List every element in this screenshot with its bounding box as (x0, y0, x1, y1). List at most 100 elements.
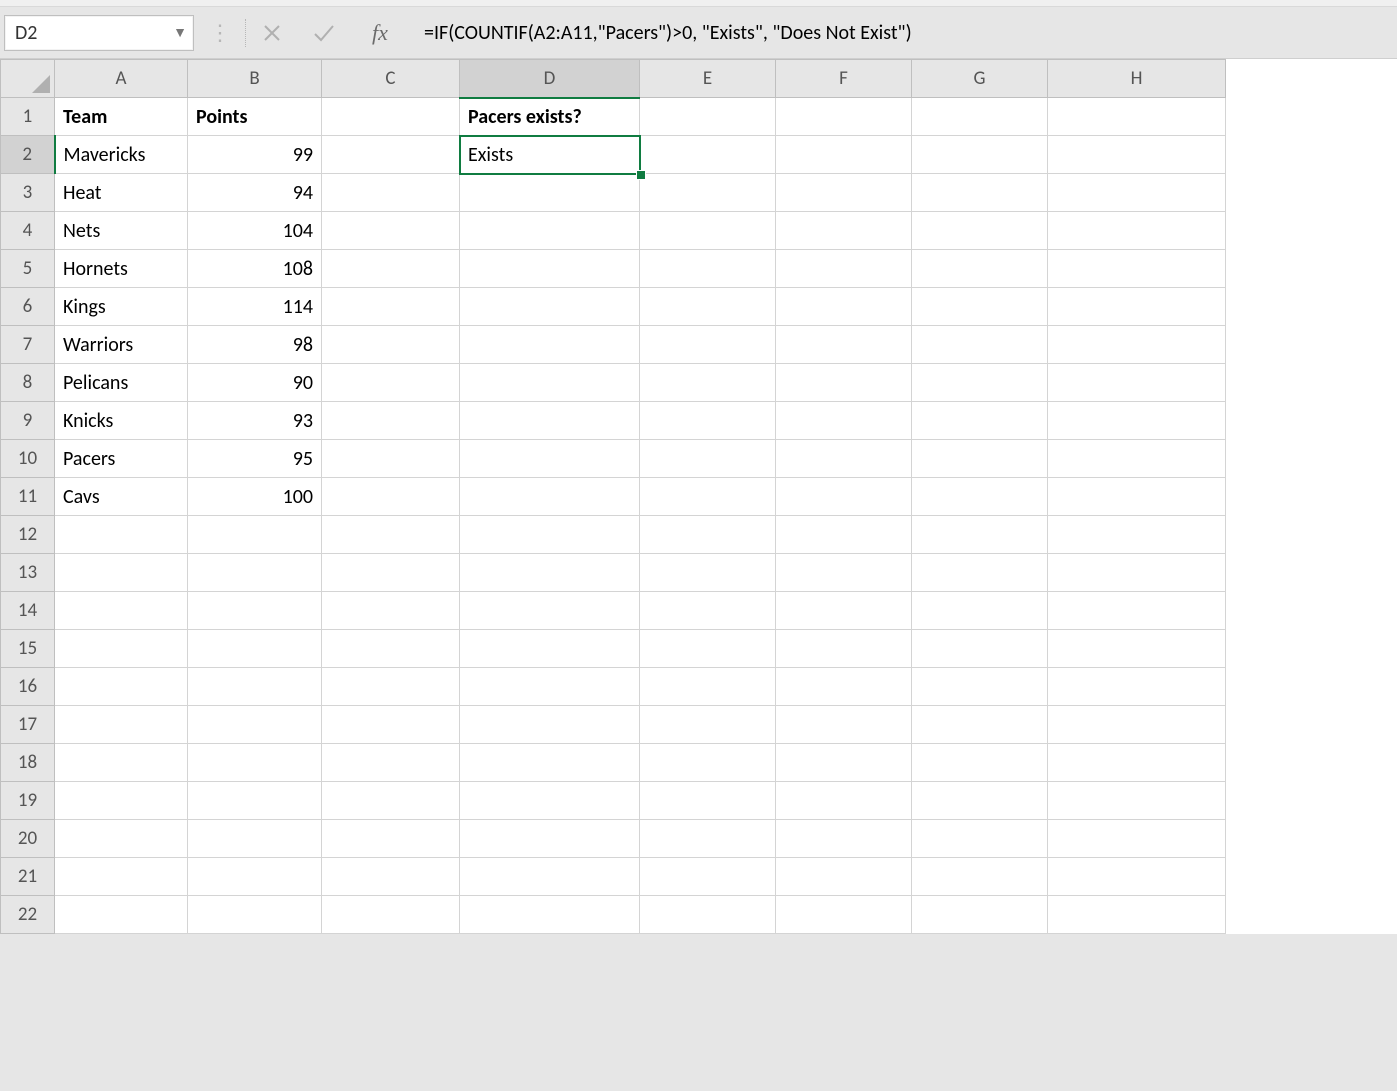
cell-D18[interactable] (460, 744, 640, 782)
cell-C19[interactable] (322, 782, 460, 820)
cell-H11[interactable] (1048, 478, 1226, 516)
cell-G2[interactable] (912, 136, 1048, 174)
cell-F10[interactable] (776, 440, 912, 478)
select-all-corner[interactable] (1, 60, 55, 98)
cell-G22[interactable] (912, 896, 1048, 934)
row-header-10[interactable]: 10 (1, 440, 55, 478)
cell-B17[interactable] (188, 706, 322, 744)
cell-B8[interactable]: 90 (188, 364, 322, 402)
cell-B4[interactable]: 104 (188, 212, 322, 250)
cell-E18[interactable] (640, 744, 776, 782)
cell-G11[interactable] (912, 478, 1048, 516)
cell-D2[interactable]: Exists (460, 136, 640, 174)
cell-B16[interactable] (188, 668, 322, 706)
cell-C12[interactable] (322, 516, 460, 554)
cell-B18[interactable] (188, 744, 322, 782)
cell-E9[interactable] (640, 402, 776, 440)
cell-A12[interactable] (55, 516, 188, 554)
name-box-dropdown-icon[interactable]: ▼ (173, 24, 187, 41)
cell-G8[interactable] (912, 364, 1048, 402)
cell-G6[interactable] (912, 288, 1048, 326)
cell-A13[interactable] (55, 554, 188, 592)
column-header-G[interactable]: G (912, 60, 1048, 98)
cell-C6[interactable] (322, 288, 460, 326)
cell-F1[interactable] (776, 98, 912, 136)
column-header-D[interactable]: D (460, 60, 640, 98)
row-header-2[interactable]: 2 (1, 136, 55, 174)
cell-F8[interactable] (776, 364, 912, 402)
cell-G20[interactable] (912, 820, 1048, 858)
cell-H9[interactable] (1048, 402, 1226, 440)
cell-D15[interactable] (460, 630, 640, 668)
row-header-20[interactable]: 20 (1, 820, 55, 858)
cell-G17[interactable] (912, 706, 1048, 744)
cell-A2[interactable]: Mavericks (55, 136, 188, 174)
cell-G9[interactable] (912, 402, 1048, 440)
cell-H19[interactable] (1048, 782, 1226, 820)
cell-C20[interactable] (322, 820, 460, 858)
cell-H4[interactable] (1048, 212, 1226, 250)
column-header-F[interactable]: F (776, 60, 912, 98)
cell-F5[interactable] (776, 250, 912, 288)
cell-C4[interactable] (322, 212, 460, 250)
cell-E10[interactable] (640, 440, 776, 478)
cell-G16[interactable] (912, 668, 1048, 706)
cell-H2[interactable] (1048, 136, 1226, 174)
cell-A7[interactable]: Warriors (55, 326, 188, 364)
cell-B6[interactable]: 114 (188, 288, 322, 326)
row-header-14[interactable]: 14 (1, 592, 55, 630)
cell-D8[interactable] (460, 364, 640, 402)
cell-D17[interactable] (460, 706, 640, 744)
cell-E15[interactable] (640, 630, 776, 668)
cell-H14[interactable] (1048, 592, 1226, 630)
cell-C18[interactable] (322, 744, 460, 782)
cell-D6[interactable] (460, 288, 640, 326)
cell-F16[interactable] (776, 668, 912, 706)
cell-A6[interactable]: Kings (55, 288, 188, 326)
cell-C3[interactable] (322, 174, 460, 212)
cell-B22[interactable] (188, 896, 322, 934)
cell-G21[interactable] (912, 858, 1048, 896)
cell-E11[interactable] (640, 478, 776, 516)
cell-C9[interactable] (322, 402, 460, 440)
cell-E13[interactable] (640, 554, 776, 592)
cell-F3[interactable] (776, 174, 912, 212)
cell-C17[interactable] (322, 706, 460, 744)
cell-D12[interactable] (460, 516, 640, 554)
cell-A20[interactable] (55, 820, 188, 858)
cell-C11[interactable] (322, 478, 460, 516)
cell-H7[interactable] (1048, 326, 1226, 364)
row-header-12[interactable]: 12 (1, 516, 55, 554)
cell-E1[interactable] (640, 98, 776, 136)
cell-D16[interactable] (460, 668, 640, 706)
cell-H20[interactable] (1048, 820, 1226, 858)
cell-C10[interactable] (322, 440, 460, 478)
cell-F11[interactable] (776, 478, 912, 516)
cell-B2[interactable]: 99 (188, 136, 322, 174)
column-header-A[interactable]: A (55, 60, 188, 98)
cell-H12[interactable] (1048, 516, 1226, 554)
cell-F18[interactable] (776, 744, 912, 782)
cell-C2[interactable] (322, 136, 460, 174)
cell-H3[interactable] (1048, 174, 1226, 212)
cell-H6[interactable] (1048, 288, 1226, 326)
cell-A18[interactable] (55, 744, 188, 782)
cell-B19[interactable] (188, 782, 322, 820)
cell-D1[interactable]: Pacers exists? (460, 98, 640, 136)
cell-F20[interactable] (776, 820, 912, 858)
row-header-1[interactable]: 1 (1, 98, 55, 136)
row-header-5[interactable]: 5 (1, 250, 55, 288)
cell-B10[interactable]: 95 (188, 440, 322, 478)
cell-F14[interactable] (776, 592, 912, 630)
cell-E21[interactable] (640, 858, 776, 896)
row-header-15[interactable]: 15 (1, 630, 55, 668)
insert-function-button[interactable]: fx (350, 7, 410, 59)
cell-E7[interactable] (640, 326, 776, 364)
cell-E5[interactable] (640, 250, 776, 288)
cell-F12[interactable] (776, 516, 912, 554)
column-header-H[interactable]: H (1048, 60, 1226, 98)
cell-G13[interactable] (912, 554, 1048, 592)
cell-E8[interactable] (640, 364, 776, 402)
cell-E14[interactable] (640, 592, 776, 630)
row-header-3[interactable]: 3 (1, 174, 55, 212)
